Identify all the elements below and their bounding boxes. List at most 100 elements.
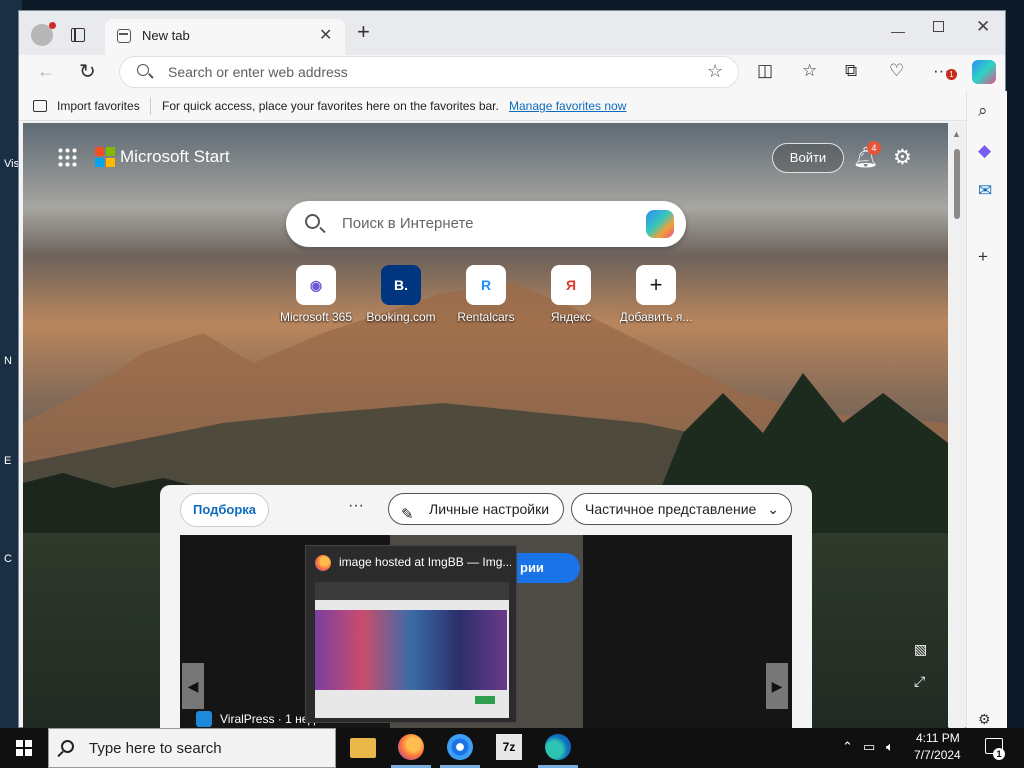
volume-muted-icon[interactable]: 🔈︎ bbox=[886, 739, 894, 755]
settings-gear-icon[interactable]: ⚙ bbox=[893, 145, 912, 170]
quick-link-label: Booking.com bbox=[366, 310, 436, 324]
quick-link[interactable]: B. Booking.com bbox=[356, 265, 446, 324]
collections-icon[interactable]: ⧉ bbox=[845, 61, 857, 81]
new-tab-button[interactable]: + bbox=[357, 21, 370, 43]
windows-start-icon[interactable] bbox=[16, 740, 32, 756]
copilot-icon[interactable] bbox=[972, 60, 996, 84]
booking-icon: B. bbox=[381, 265, 421, 305]
manage-favorites-link[interactable]: Manage favorites now bbox=[509, 99, 626, 113]
chevron-up-icon[interactable]: ⌃ bbox=[842, 739, 853, 755]
tab-bar: New tab ✕ + — ✕ bbox=[19, 11, 1005, 55]
divider bbox=[150, 97, 151, 115]
search-icon bbox=[61, 740, 74, 753]
minimize-button[interactable]: — bbox=[891, 23, 905, 39]
apps-grid-icon[interactable] bbox=[57, 147, 77, 167]
clock-date[interactable]: 7/7/2024 bbox=[914, 748, 961, 762]
quick-link[interactable]: Я Яндекс bbox=[526, 265, 616, 324]
browser-essentials-icon[interactable]: ♡ bbox=[889, 61, 904, 81]
address-placeholder: Search or enter web address bbox=[168, 64, 348, 80]
firefox-icon[interactable] bbox=[398, 734, 424, 760]
quick-link[interactable]: ◉ Microsoft 365 bbox=[271, 265, 361, 324]
news-source-label[interactable]: ViralPress · 1 нед bbox=[220, 712, 315, 726]
quick-link-label: Rentalcars bbox=[457, 310, 515, 324]
login-button[interactable]: Войти bbox=[772, 143, 844, 173]
add-sidebar-app-icon[interactable]: + bbox=[978, 247, 988, 267]
tab-new-tab[interactable]: New tab ✕ bbox=[105, 19, 345, 55]
scroll-thumb[interactable] bbox=[954, 149, 960, 219]
tab-feed-selection[interactable]: Подборка bbox=[180, 493, 270, 527]
navigation-toolbar: ← ↻ Search or enter web address ☆ ◫ ☆ ⧉ … bbox=[19, 55, 1005, 91]
web-search-box[interactable]: Поиск в Интернете bbox=[286, 201, 686, 247]
quick-link[interactable]: R Rentalcars bbox=[441, 265, 531, 324]
microsoft-365-icon: ◉ bbox=[296, 265, 336, 305]
copilot-icon[interactable] bbox=[646, 210, 674, 238]
sidebar-settings-icon[interactable]: ⚙ bbox=[978, 711, 991, 728]
clock-time[interactable]: 4:11 PM bbox=[916, 731, 960, 745]
tab-title: New tab bbox=[142, 28, 190, 43]
import-favorites-button[interactable]: Import favorites bbox=[57, 99, 140, 113]
favorites-icon[interactable]: ☆ bbox=[802, 61, 817, 81]
firefox-icon bbox=[315, 555, 331, 571]
close-window-button[interactable]: ✕ bbox=[976, 17, 990, 37]
scroll-up-arrow-icon[interactable]: ▲ bbox=[952, 129, 961, 139]
address-bar[interactable]: Search or enter web address ☆ bbox=[119, 56, 739, 88]
desktop-icon-label[interactable]: N bbox=[4, 355, 12, 367]
web-search-placeholder: Поиск в Интернете bbox=[342, 215, 474, 232]
taskbar-search-box[interactable]: Type here to search bbox=[48, 728, 336, 768]
tab-close-icon[interactable]: ✕ bbox=[319, 25, 332, 45]
thumbnail-button bbox=[475, 696, 495, 704]
favorite-star-icon[interactable]: ☆ bbox=[707, 61, 723, 82]
carousel-next-arrow-icon[interactable]: ▶ bbox=[766, 663, 788, 709]
source-logo-icon bbox=[196, 711, 212, 727]
card-action-label: рии bbox=[520, 560, 544, 575]
profile-avatar[interactable] bbox=[31, 22, 56, 46]
quick-link-label: Добавить я... bbox=[619, 310, 693, 324]
personalize-icon: ✎ bbox=[401, 506, 414, 523]
split-screen-icon[interactable]: ◫ bbox=[757, 61, 773, 81]
preview-window-title: image hosted at ImgBB — Img... bbox=[339, 555, 511, 569]
preview-thumbnail bbox=[315, 582, 509, 718]
favorites-bar: Import favorites For quick access, place… bbox=[19, 91, 1005, 121]
edge-icon[interactable] bbox=[545, 734, 571, 760]
search-icon bbox=[137, 64, 149, 76]
notification-badge: 4 bbox=[867, 141, 881, 155]
notification-count-badge: 1 bbox=[993, 748, 1005, 760]
view-mode-label: Частичное представление bbox=[585, 501, 757, 517]
7zip-icon[interactable]: 7z bbox=[496, 734, 522, 760]
extension-badge: 1 bbox=[946, 69, 957, 80]
outlook-icon[interactable]: ✉ bbox=[978, 181, 992, 201]
desktop-icon-label[interactable]: C bbox=[4, 553, 12, 565]
windows-taskbar: Type here to search 7z ⌃ ▭ 🔈︎ 4:11 PM 7/… bbox=[0, 728, 1024, 768]
copilot-sidebar-icon[interactable]: ◆ bbox=[978, 141, 991, 161]
desktop-icon-label[interactable]: Vis bbox=[4, 158, 19, 170]
refresh-icon[interactable]: ↻ bbox=[79, 59, 96, 84]
desktop-icon-label[interactable]: E bbox=[4, 455, 11, 467]
back-arrow-icon[interactable]: ← bbox=[37, 61, 55, 82]
import-icon bbox=[33, 100, 47, 112]
brand-title: Microsoft Start bbox=[120, 147, 230, 166]
more-options-icon[interactable]: ··· bbox=[348, 497, 364, 515]
search-icon[interactable]: ⌕ bbox=[978, 101, 988, 121]
taskbar-window-preview[interactable]: image hosted at ImgBB — Img... bbox=[305, 545, 517, 723]
personalize-button[interactable]: ✎ Личные настройки bbox=[388, 493, 564, 525]
maximize-button[interactable] bbox=[933, 21, 944, 32]
personalize-label: Личные настройки bbox=[429, 501, 550, 517]
edge-sidebar: ⌕ ◆ ✉ + ⚙ bbox=[966, 91, 1007, 729]
page-scrollbar[interactable]: ▲ bbox=[949, 123, 965, 729]
view-mode-dropdown[interactable]: Частичное представление ⌄ bbox=[571, 493, 792, 525]
quick-link-label: Яндекс bbox=[550, 310, 592, 324]
tab-actions-icon[interactable] bbox=[71, 28, 85, 42]
carousel-prev-arrow-icon[interactable]: ◀ bbox=[182, 663, 204, 709]
tab-page-icon bbox=[117, 29, 131, 43]
chevron-down-icon: ⌄ bbox=[767, 501, 779, 517]
network-icon[interactable]: ▭ bbox=[863, 739, 875, 755]
expand-icon[interactable]: ⤢ bbox=[914, 673, 925, 690]
quick-link-add[interactable]: + Добавить я... bbox=[611, 265, 701, 324]
taskbar-search-placeholder: Type here to search bbox=[89, 740, 222, 757]
plus-icon: + bbox=[636, 265, 676, 305]
background-image-icon[interactable]: ▧ bbox=[914, 641, 927, 658]
file-explorer-icon[interactable] bbox=[350, 738, 376, 758]
quick-link-label: Microsoft 365 bbox=[279, 310, 353, 324]
favorites-hint: For quick access, place your favorites h… bbox=[162, 99, 499, 113]
chrome-icon[interactable] bbox=[447, 734, 473, 760]
